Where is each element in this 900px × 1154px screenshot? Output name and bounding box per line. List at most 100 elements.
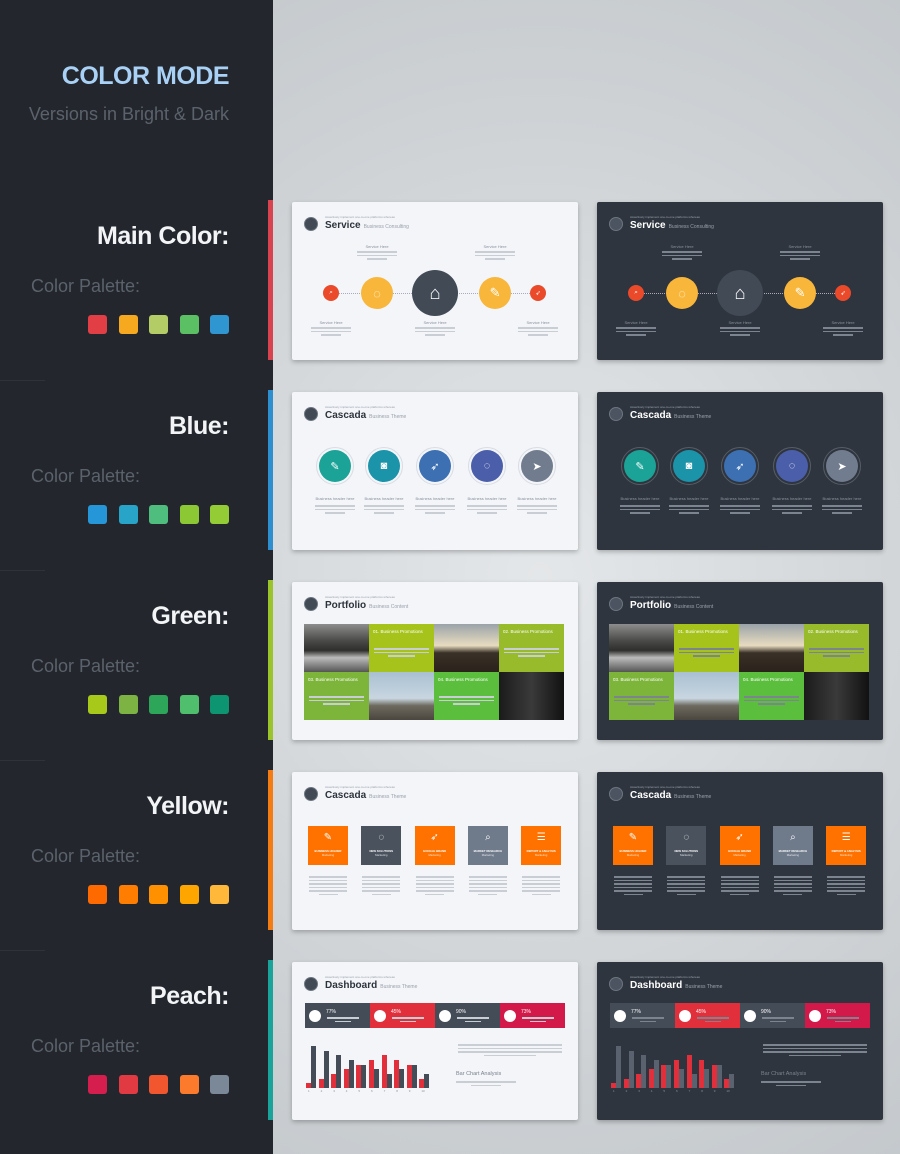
color-swatch[interactable]: [118, 505, 138, 524]
slide-preview-light[interactable]: Assertively implement one-to-one platfor…: [292, 392, 578, 550]
feature-circle[interactable]: ➶: [419, 450, 451, 482]
slide-preview-dark[interactable]: Assertively implement one-to-one platfor…: [597, 582, 883, 740]
color-swatch[interactable]: [210, 1075, 229, 1094]
color-swatch[interactable]: [88, 1075, 107, 1094]
stat-card[interactable]: 77%: [305, 1003, 370, 1028]
text-line: [522, 879, 561, 881]
color-swatch[interactable]: [149, 885, 168, 904]
service-box[interactable]: ✎ BUSINESS HOLDER Marketing: [613, 826, 653, 865]
slide-title-text: Service: [325, 220, 361, 231]
service-box[interactable]: ⌕ MARKET RESEARCH Marketing: [772, 826, 813, 865]
slide-preview-light[interactable]: Assertively implement one-to-one platfor…: [292, 202, 578, 360]
service-box[interactable]: ☰ REPORT & ANALYSIS Marketing: [521, 826, 562, 865]
portfolio-text-cell[interactable]: 03. Business Promotions: [609, 672, 674, 720]
stat-card[interactable]: 90%: [740, 1003, 805, 1028]
feature-circle[interactable]: ✎: [319, 450, 351, 482]
color-swatch[interactable]: [179, 695, 199, 714]
portfolio-text-cell[interactable]: 03. Business Promotions: [304, 672, 369, 720]
service-circle[interactable]: ⌕: [323, 285, 339, 301]
text-line: [362, 879, 401, 881]
service-box[interactable]: ⌕ MARKET RESEARCH Marketing: [467, 826, 508, 865]
text-line: [531, 893, 551, 895]
portfolio-text-cell[interactable]: 04. Business Promotions: [434, 672, 499, 720]
stat-card[interactable]: 73%: [805, 1003, 870, 1028]
service-box[interactable]: ✎ BUSINESS HOLDER Marketing: [308, 826, 348, 865]
stat-card[interactable]: 73%: [500, 1003, 565, 1028]
wall-sign-photo: [804, 672, 869, 720]
color-swatch[interactable]: [149, 315, 168, 334]
color-swatch[interactable]: [149, 505, 168, 524]
color-swatch[interactable]: [210, 885, 229, 904]
service-circle[interactable]: ➶: [835, 285, 851, 301]
chart-analysis-title: Bar Chart Analysis: [456, 1071, 502, 1077]
slide-preview-light[interactable]: Assertively implement one-to-one platfor…: [292, 962, 578, 1120]
text-line: [809, 648, 864, 650]
service-circle[interactable]: ✎: [784, 277, 816, 309]
service-circle[interactable]: ⌂: [412, 270, 458, 316]
service-circle[interactable]: ✎: [479, 277, 511, 309]
text-line: [679, 651, 734, 653]
color-swatch[interactable]: [118, 1075, 138, 1094]
feature-circle[interactable]: ➶: [724, 450, 756, 482]
feature-circle[interactable]: ◌: [776, 450, 808, 482]
color-swatch[interactable]: [88, 315, 107, 334]
stat-card[interactable]: 90%: [435, 1003, 500, 1028]
stat-text: 90%: [456, 1009, 490, 1022]
feature-circle[interactable]: ◙: [673, 450, 705, 482]
service-circle[interactable]: ◌: [361, 277, 393, 309]
feature-circle[interactable]: ➤: [521, 450, 553, 482]
color-swatch[interactable]: [179, 505, 199, 524]
color-swatch[interactable]: [210, 695, 229, 714]
service-circle[interactable]: ➶: [530, 285, 546, 301]
slide-preview-dark[interactable]: Assertively implement one-to-one platfor…: [597, 202, 883, 360]
slide-preview-light[interactable]: Assertively implement one-to-one platfor…: [292, 772, 578, 930]
color-swatch[interactable]: [179, 1075, 199, 1094]
stat-card[interactable]: 45%: [675, 1003, 740, 1028]
service-circle[interactable]: ⌂: [717, 270, 763, 316]
color-swatch[interactable]: [179, 315, 199, 334]
slide-logo-icon: [609, 597, 623, 611]
service-box[interactable]: ➶ GOOGLE BRAND Marketing: [719, 826, 760, 865]
feature-circle[interactable]: ➤: [826, 450, 858, 482]
color-swatch[interactable]: [88, 885, 107, 904]
color-swatch[interactable]: [149, 695, 168, 714]
service-circle[interactable]: ◌: [666, 277, 698, 309]
slide-preview-dark[interactable]: Assertively implement one-to-one platfor…: [597, 772, 883, 930]
text-line: [387, 655, 416, 657]
body-text: [823, 325, 863, 336]
service-box[interactable]: ☰ REPORT & ANALYSIS Marketing: [826, 826, 867, 865]
slide-preview-dark[interactable]: Assertively implement one-to-one platfor…: [597, 962, 883, 1120]
color-swatch[interactable]: [88, 505, 107, 524]
text-line: [744, 699, 799, 701]
service-box[interactable]: ◌ NEW SOLUTIONS Marketing: [361, 826, 402, 865]
service-circle[interactable]: ⌕: [628, 285, 644, 301]
slide-tagline: Assertively implement one-to-one platfor…: [630, 785, 700, 789]
color-swatch[interactable]: [210, 505, 229, 524]
slide-logo-icon: [304, 597, 318, 611]
service-box[interactable]: ➶ GOOGLE BRAND Marketing: [414, 826, 455, 865]
service-box[interactable]: ◌ NEW SOLUTIONS Marketing: [666, 826, 707, 865]
portfolio-text-cell[interactable]: 02. Business Promotions: [499, 624, 564, 672]
feature-circle[interactable]: ◙: [368, 450, 400, 482]
slide-preview-light[interactable]: Assertively implement one-to-one platfor…: [292, 582, 578, 740]
feature-label: Business header here: [620, 496, 660, 501]
portfolio-text-cell[interactable]: 02. Business Promotions: [804, 624, 869, 672]
color-swatch[interactable]: [149, 1075, 168, 1094]
color-swatch[interactable]: [210, 315, 229, 334]
portfolio-text-cell[interactable]: 01. Business Promotions: [674, 624, 739, 672]
color-swatch[interactable]: [118, 315, 138, 334]
stat-card[interactable]: 77%: [610, 1003, 675, 1028]
color-swatch[interactable]: [88, 695, 107, 714]
body-text: [364, 503, 404, 514]
portfolio-text-cell[interactable]: 04. Business Promotions: [739, 672, 804, 720]
feature-circle[interactable]: ✎: [624, 450, 656, 482]
feature-circle[interactable]: ◌: [471, 450, 503, 482]
color-swatch[interactable]: [118, 695, 138, 714]
color-swatch[interactable]: [118, 885, 138, 904]
text-line: [362, 890, 401, 892]
text-line: [679, 512, 699, 514]
stat-card[interactable]: 45%: [370, 1003, 435, 1028]
slide-preview-dark[interactable]: Assertively implement one-to-one platfor…: [597, 392, 883, 550]
color-swatch[interactable]: [179, 885, 199, 904]
portfolio-text-cell[interactable]: 01. Business Promotions: [369, 624, 434, 672]
